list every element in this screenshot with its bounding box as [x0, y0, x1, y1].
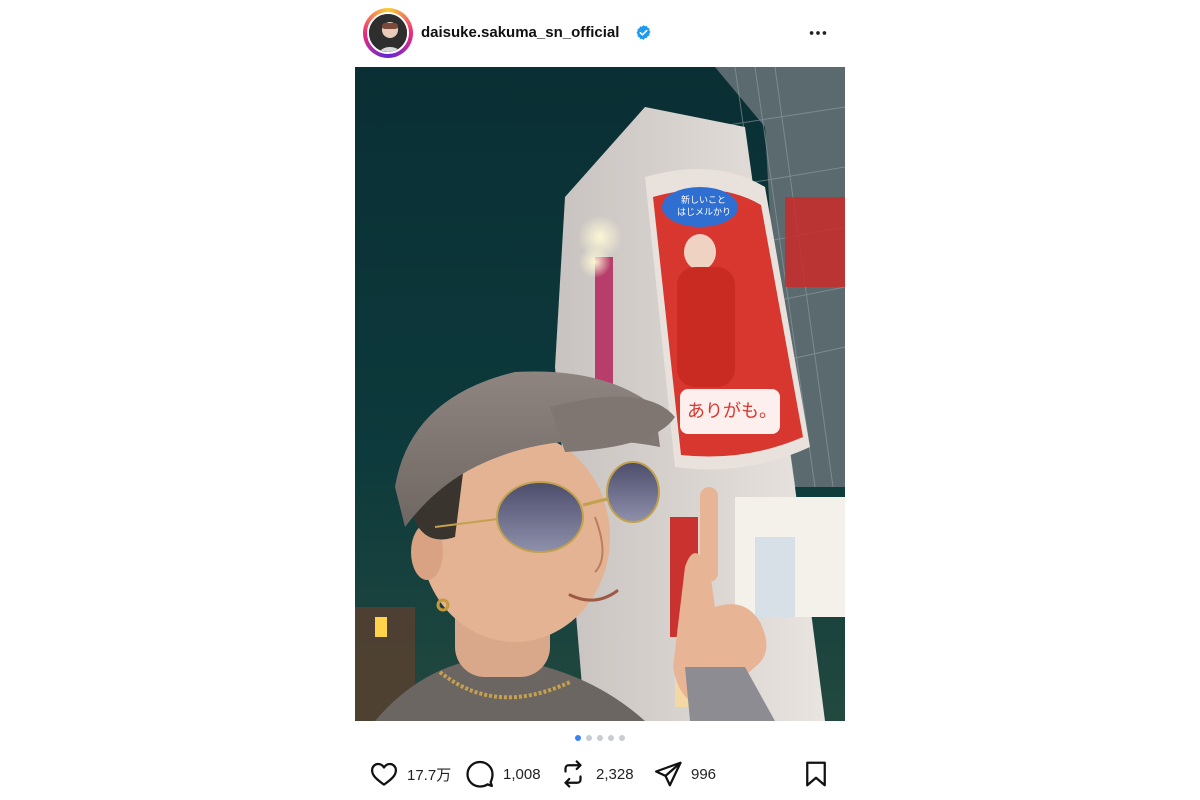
- like-count: 17.7万: [407, 766, 452, 784]
- comment-icon: [466, 760, 494, 788]
- post-header: daisuke.sakuma_sn_official: [363, 8, 845, 58]
- repost-icon: [564, 760, 582, 788]
- avatar-image: [369, 14, 407, 52]
- send-icon: [655, 761, 682, 787]
- comment-count: 1,008: [503, 765, 541, 783]
- carousel-dot-active[interactable]: [575, 735, 581, 741]
- svg-text:ありがも。: ありがも。: [687, 401, 777, 422]
- avatar[interactable]: [367, 12, 409, 54]
- share-button[interactable]: 996: [653, 756, 716, 792]
- carousel-dot[interactable]: [586, 735, 592, 741]
- post-photo[interactable]: 新しいこと はじメルかり ありがも。: [355, 67, 845, 721]
- more-horizontal-icon[interactable]: [807, 22, 829, 44]
- selfie-image: 新しいこと はじメルかり ありがも。: [355, 67, 845, 721]
- post-action-bar: 17.7万 1,008 2,328 996: [355, 756, 845, 792]
- carousel-dot[interactable]: [608, 735, 614, 741]
- verified-badge-icon: [636, 25, 651, 40]
- bookmark-icon: [806, 761, 826, 787]
- heart-icon: [371, 762, 397, 786]
- instagram-post: daisuke.sakuma_sn_official 新しいこと はじメルかり …: [355, 0, 845, 800]
- like-button[interactable]: 17.7万: [369, 756, 451, 792]
- carousel-indicator: [355, 735, 845, 745]
- username-link[interactable]: daisuke.sakuma_sn_official: [421, 24, 619, 41]
- svg-text:新しいこと: 新しいこと: [681, 194, 726, 206]
- carousel-dot[interactable]: [619, 735, 625, 741]
- repost-count: 2,328: [596, 765, 634, 783]
- repost-button[interactable]: 2,328: [558, 756, 634, 792]
- svg-text:はじメルかり: はじメルかり: [677, 207, 731, 218]
- save-button[interactable]: [801, 756, 831, 792]
- comment-button[interactable]: 1,008: [465, 756, 541, 792]
- avatar-story-ring[interactable]: [363, 8, 413, 58]
- carousel-dot[interactable]: [597, 735, 603, 741]
- share-count: 996: [691, 765, 717, 783]
